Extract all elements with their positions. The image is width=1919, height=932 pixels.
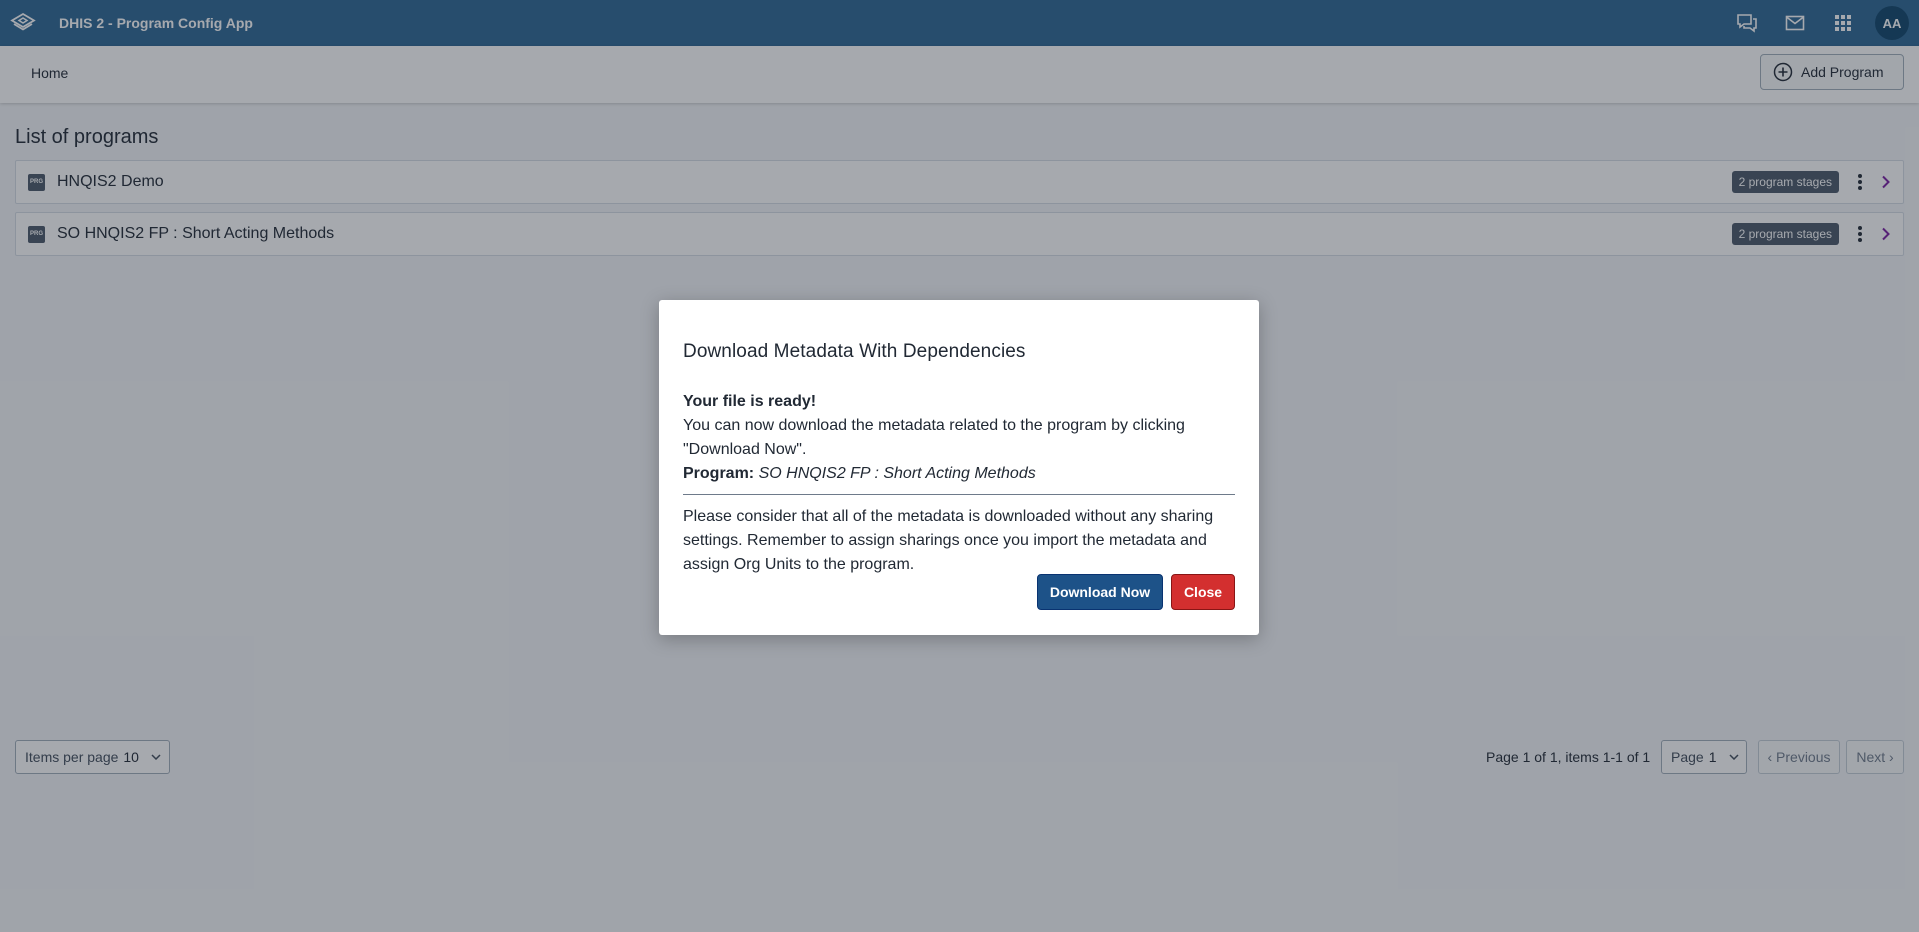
modal-actions: Download Now Close bbox=[1037, 574, 1235, 610]
download-now-button[interactable]: Download Now bbox=[1037, 574, 1163, 610]
modal-body: Your file is ready! You can now download… bbox=[683, 390, 1235, 577]
program-value: SO HNQIS2 FP : Short Acting Methods bbox=[758, 465, 1036, 482]
modal-title: Download Metadata With Dependencies bbox=[683, 341, 1026, 362]
program-line: Program: SO HNQIS2 FP : Short Acting Met… bbox=[683, 462, 1235, 486]
modal-divider bbox=[683, 494, 1235, 495]
close-button[interactable]: Close bbox=[1171, 574, 1235, 610]
download-instructions: You can now download the metadata relate… bbox=[683, 417, 1185, 458]
download-metadata-modal: Download Metadata With Dependencies Your… bbox=[659, 300, 1259, 635]
file-ready-text: Your file is ready! bbox=[683, 393, 817, 410]
sharing-note: Please consider that all of the metadata… bbox=[683, 508, 1214, 573]
program-label: Program: bbox=[683, 465, 755, 482]
